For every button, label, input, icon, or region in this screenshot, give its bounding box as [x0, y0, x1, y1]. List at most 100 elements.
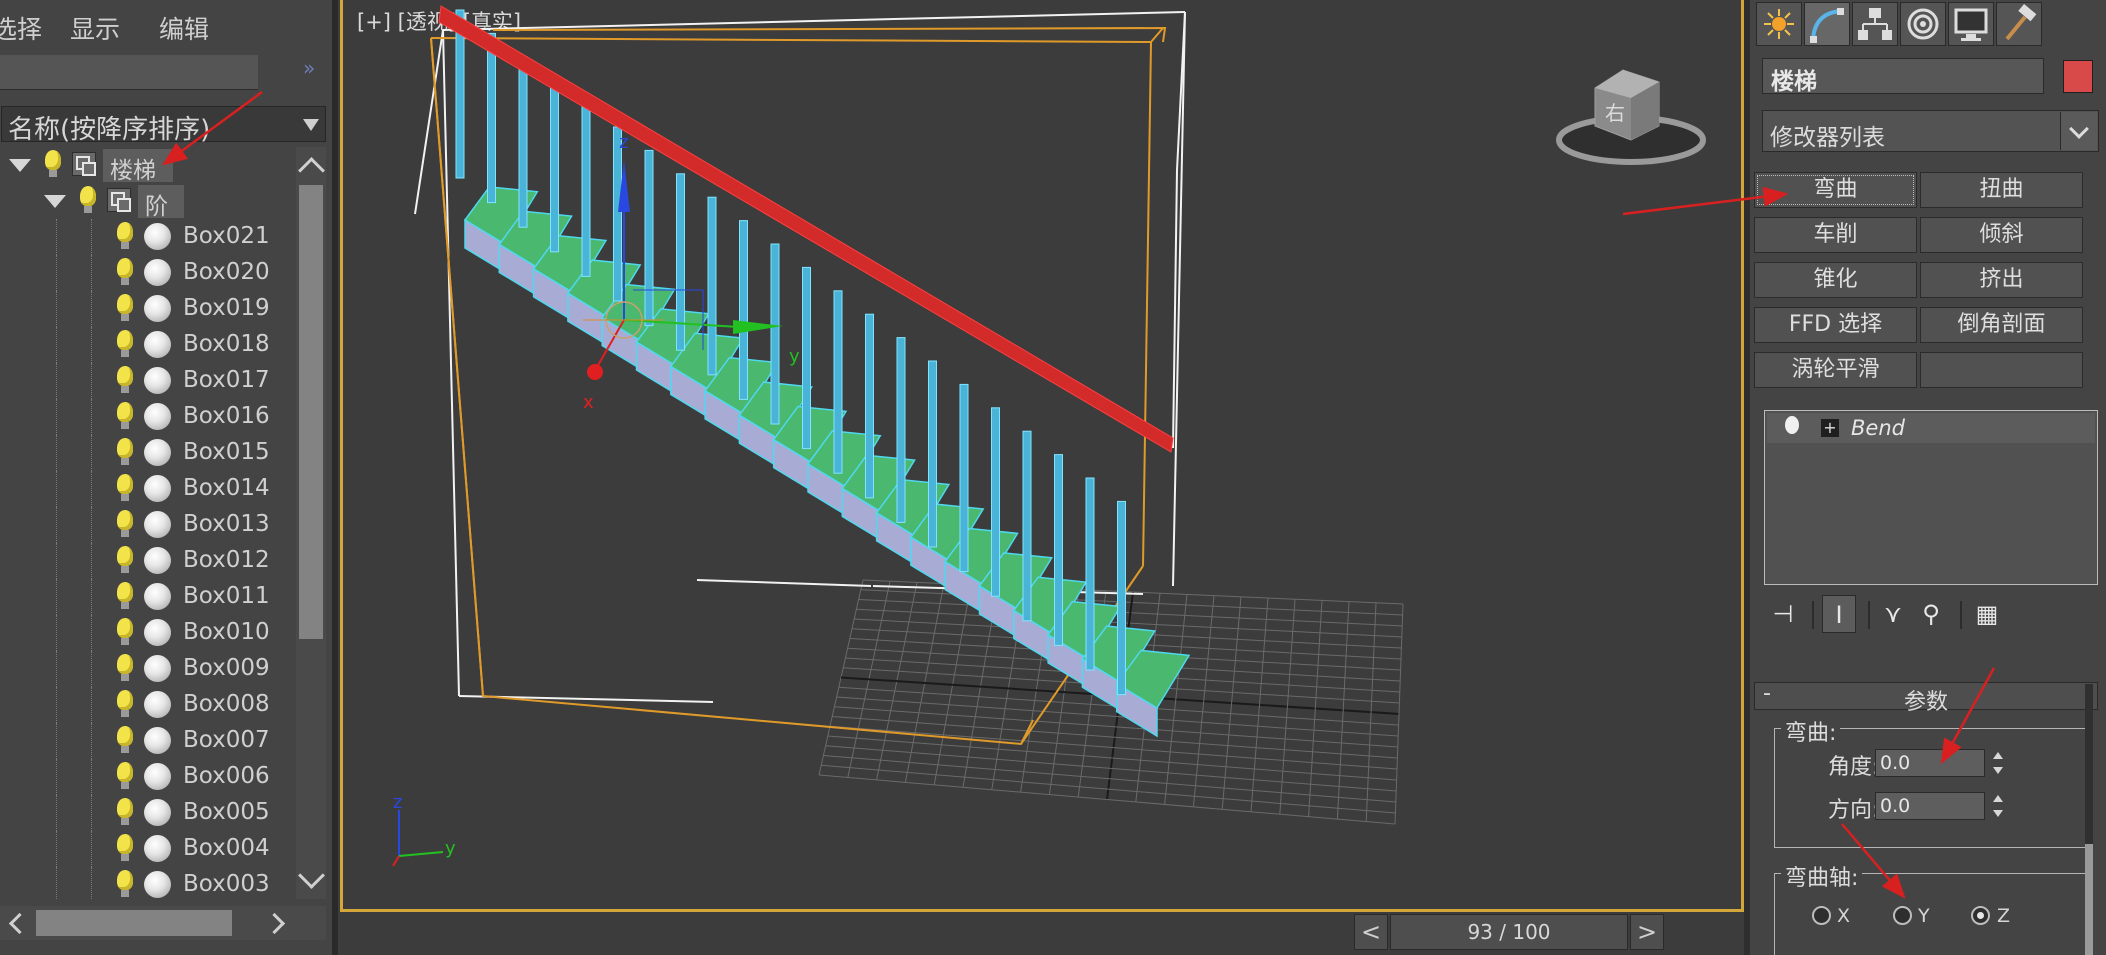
tree-object-row[interactable]: Box006 [0, 759, 294, 795]
tree-vertical-scrollbar[interactable] [296, 147, 326, 899]
modifier-button[interactable]: FFD 选择 [1754, 307, 1917, 343]
tree-horizontal-scrollbar[interactable] [0, 906, 326, 940]
angle-spinner-arrows-icon[interactable] [1989, 748, 2007, 778]
stack-item-bend[interactable]: + Bend [1767, 413, 2095, 443]
lightbulb-icon[interactable] [80, 186, 96, 213]
lightbulb-icon[interactable] [117, 402, 133, 429]
time-slider[interactable]: 93 / 100 [1390, 914, 1628, 950]
tree-object-row[interactable]: Box008 [0, 687, 294, 723]
modifier-button[interactable]: 倒角剖面 [1920, 307, 2083, 343]
lightbulb-icon[interactable] [117, 474, 133, 501]
modifier-button[interactable]: 挤出 [1920, 262, 2083, 298]
modifier-button[interactable] [1920, 352, 2083, 388]
modifier-button[interactable]: 车削 [1754, 217, 1917, 253]
lightbulb-icon[interactable] [117, 654, 133, 681]
tree-object-row[interactable]: Box005 [0, 795, 294, 831]
tree-object-row[interactable]: Box017 [0, 363, 294, 399]
lightbulb-icon[interactable] [117, 546, 133, 573]
tree-object-row[interactable]: Box015 [0, 435, 294, 471]
configure-sets-icon[interactable]: ▦ [1970, 595, 2004, 633]
lightbulb-icon[interactable] [117, 510, 133, 537]
modifier-list-dropdown[interactable]: 修改器列表 [1762, 110, 2099, 152]
tree-object-row[interactable]: Box003 [0, 867, 294, 899]
collapse-triangle-icon[interactable] [44, 195, 66, 208]
collapse-triangle-icon[interactable] [9, 159, 31, 172]
object-color-swatch[interactable] [2063, 60, 2093, 93]
chevron-down-icon[interactable] [2060, 112, 2097, 150]
axis-y-radio[interactable] [1893, 906, 1912, 925]
tree-object-row[interactable]: Box010 [0, 615, 294, 651]
tree-object-row[interactable]: Box012 [0, 543, 294, 579]
tree-object-row[interactable]: Box018 [0, 327, 294, 363]
lightbulb-icon[interactable] [117, 762, 133, 789]
parameters-rollout-header[interactable]: - 参数 [1754, 681, 2098, 715]
lightbulb-icon[interactable] [117, 690, 133, 717]
tab-display[interactable] [1948, 2, 1994, 46]
tab-hierarchy[interactable] [1852, 2, 1898, 46]
expand-plus-icon[interactable]: + [1821, 419, 1839, 437]
tree-object-row[interactable]: Box021 [0, 219, 294, 255]
lightbulb-icon[interactable] [117, 294, 133, 321]
next-frame-button[interactable]: > [1630, 914, 1664, 950]
tree-object-row[interactable]: Box020 [0, 255, 294, 291]
modifier-button[interactable]: 涡轮平滑 [1754, 352, 1917, 388]
show-end-result-icon[interactable]: I [1822, 595, 1856, 633]
menu-display[interactable]: 显示 [70, 10, 120, 46]
lightbulb-icon[interactable] [117, 222, 133, 249]
tree-group-row[interactable]: 楼梯 [0, 147, 294, 184]
lightbulb-icon[interactable] [117, 582, 133, 609]
scroll-thumb[interactable] [2085, 844, 2093, 955]
direction-spinner[interactable]: 0.0 [1875, 792, 1985, 820]
expand-icon[interactable]: » [303, 56, 315, 80]
tree-object-row[interactable]: Box011 [0, 579, 294, 615]
tree-object-row[interactable]: Box007 [0, 723, 294, 759]
tree-object-row[interactable]: Box004 [0, 831, 294, 867]
scroll-right-icon[interactable] [263, 912, 286, 935]
scroll-thumb-horizontal[interactable] [36, 910, 232, 936]
lightbulb-icon[interactable] [117, 366, 133, 393]
direction-spinner-arrows-icon[interactable] [1989, 791, 2007, 821]
scroll-left-icon[interactable] [8, 912, 31, 935]
tree-object-row[interactable]: Box019 [0, 291, 294, 327]
tree-object-row[interactable]: Box014 [0, 471, 294, 507]
lightbulb-icon[interactable] [117, 726, 133, 753]
lightbulb-icon[interactable] [117, 330, 133, 357]
modifier-button[interactable]: 扭曲 [1920, 172, 2083, 208]
viewcube[interactable]: 右 [1556, 69, 1706, 165]
angle-spinner[interactable]: 0.0 [1875, 749, 1985, 777]
perspective-viewport[interactable]: [+] [透视] [真实] zyx zy 右 [340, 0, 1744, 912]
prev-frame-button[interactable]: < [1354, 914, 1388, 950]
menu-edit[interactable]: 编辑 [159, 10, 209, 46]
scroll-down-icon[interactable] [298, 862, 325, 889]
modifier-button[interactable]: 弯曲 [1754, 172, 1917, 208]
tab-modify[interactable] [1804, 2, 1850, 46]
lightbulb-icon[interactable] [1785, 416, 1799, 434]
lightbulb-icon[interactable] [45, 150, 61, 177]
lightbulb-icon[interactable] [117, 834, 133, 861]
explorer-search-input[interactable] [0, 55, 258, 90]
modifier-button[interactable]: 倾斜 [1920, 217, 2083, 253]
axis-x-radio[interactable] [1812, 906, 1831, 925]
tree-object-row[interactable]: Box009 [0, 651, 294, 687]
modifier-stack[interactable]: + Bend [1764, 410, 2098, 585]
sort-dropdown[interactable]: 名称(按降序排序) [1, 106, 326, 145]
tab-motion[interactable] [1900, 2, 1946, 46]
menu-select[interactable]: 选择 [0, 10, 42, 46]
lightbulb-icon[interactable] [117, 870, 133, 897]
tab-utilities[interactable] [1996, 2, 2042, 46]
tree-object-row[interactable]: Box016 [0, 399, 294, 435]
tree-object-row[interactable]: Box013 [0, 507, 294, 543]
command-panel-scrollbar[interactable] [2085, 684, 2093, 955]
object-name-field[interactable]: 楼梯 [1762, 58, 2044, 95]
make-unique-icon[interactable]: ⋎ [1876, 595, 1910, 633]
lightbulb-icon[interactable] [117, 798, 133, 825]
tab-create[interactable] [1756, 2, 1802, 46]
scroll-up-icon[interactable] [298, 157, 325, 184]
scroll-thumb[interactable] [299, 185, 323, 639]
lightbulb-icon[interactable] [117, 258, 133, 285]
remove-modifier-icon[interactable]: ⚲ [1914, 595, 1948, 633]
modifier-button[interactable]: 锥化 [1754, 262, 1917, 298]
pin-stack-icon[interactable]: ⊣ [1766, 595, 1800, 633]
lightbulb-icon[interactable] [117, 618, 133, 645]
axis-z-radio[interactable] [1971, 906, 1990, 925]
